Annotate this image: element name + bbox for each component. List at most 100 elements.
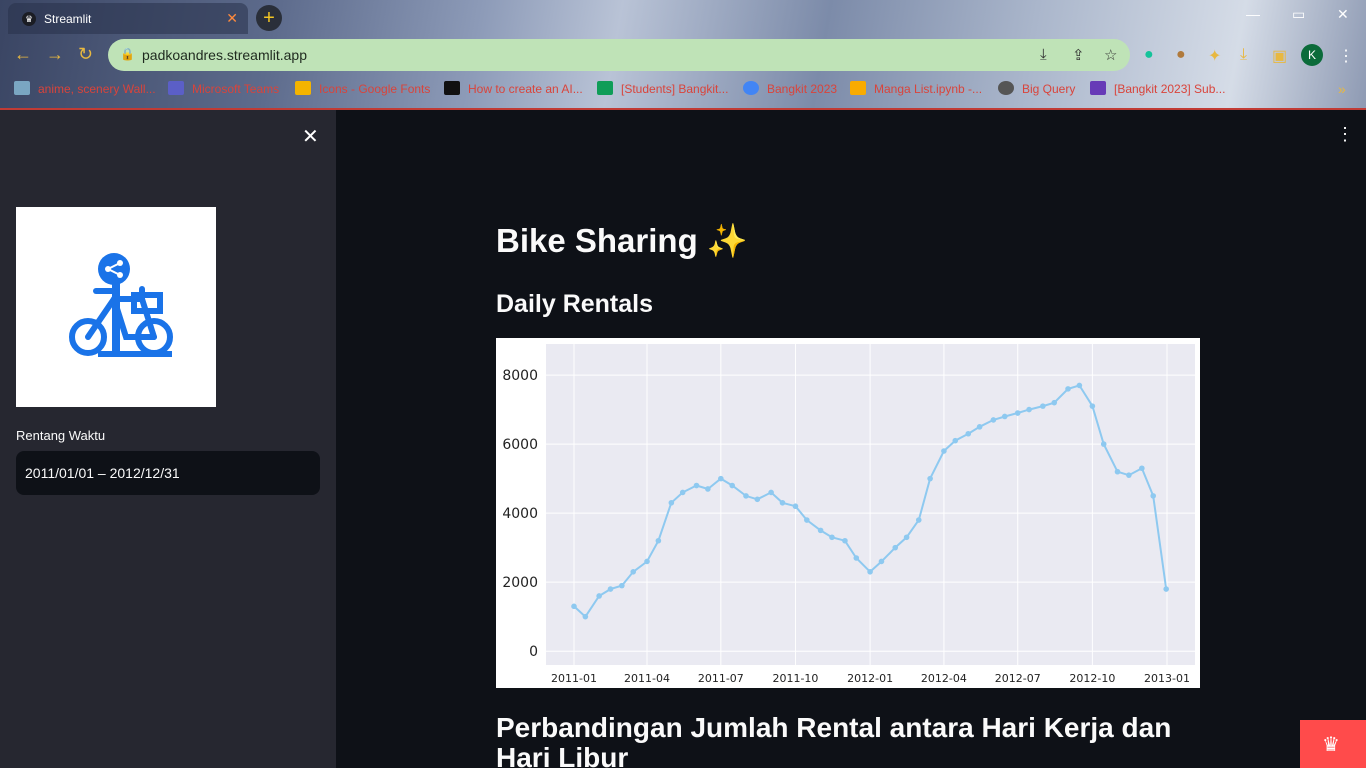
bookmark-item[interactable]: Microsoft Teams bbox=[168, 81, 279, 96]
y-tick-label: 0 bbox=[529, 644, 538, 660]
daily-rentals-header: Daily Rentals bbox=[496, 290, 654, 318]
data-point bbox=[779, 499, 786, 506]
data-point bbox=[1114, 468, 1121, 475]
new-tab-button[interactable]: + bbox=[256, 5, 282, 31]
y-tick-label: 8000 bbox=[502, 368, 538, 384]
data-point bbox=[1126, 472, 1132, 478]
data-point bbox=[768, 489, 774, 496]
more-bookmarks-icon[interactable]: » bbox=[1338, 81, 1346, 97]
data-point bbox=[867, 569, 873, 575]
window-close-icon[interactable]: ✕ bbox=[1337, 6, 1349, 23]
sidebar-close-icon[interactable]: ✕ bbox=[302, 124, 319, 149]
forward-icon[interactable]: → bbox=[46, 44, 64, 65]
bookmark-item[interactable]: Bangkit 2023 bbox=[743, 81, 837, 96]
comparison-header: Perbandingan Jumlah Rental antara Hari K… bbox=[496, 712, 1172, 768]
date-range-value[interactable]: 2011/01/01 – 2012/12/31 bbox=[25, 465, 180, 481]
share-icon[interactable]: ⇪ bbox=[1072, 46, 1085, 64]
minimize-icon[interactable]: — bbox=[1246, 6, 1260, 22]
data-point bbox=[1040, 403, 1046, 409]
maximize-icon[interactable]: ▭ bbox=[1292, 6, 1305, 23]
data-point bbox=[853, 555, 860, 561]
data-point bbox=[878, 558, 885, 565]
google-icon bbox=[743, 81, 759, 95]
cookie-extension-icon[interactable]: ● bbox=[1176, 46, 1186, 64]
browser-chrome: ♛ Streamlit ✕ + — ▭ ✕ ← → ↻ 🔒 padkoandre… bbox=[0, 0, 1366, 110]
bookmark-item[interactable]: [Bangkit 2023] Sub... bbox=[1090, 81, 1225, 96]
tab-strip: ♛ Streamlit ✕ + — ▭ ✕ bbox=[0, 0, 1366, 34]
y-tick-label: 4000 bbox=[502, 506, 538, 522]
x-tick-label: 2012-01 bbox=[847, 672, 893, 685]
daily-rentals-svg: 0 2000 4000 6000 8000 2011-01 2011-04 2011-07 20… bbox=[502, 344, 1195, 685]
lock-icon: 🔒 bbox=[120, 47, 135, 61]
date-range-label: Rentang Waktu bbox=[16, 428, 106, 443]
address-bar[interactable]: 🔒 padkoandres.streamlit.app ⤓ ⇪ ☆ bbox=[108, 39, 1130, 71]
bookmarks-bar: anime, scenery Wall... Microsoft Teams I… bbox=[0, 76, 1366, 102]
date-range-input[interactable]: 2011/01/01 – 2012/12/31 bbox=[16, 451, 320, 495]
data-point bbox=[619, 582, 625, 589]
x-tick-label: 2011-04 bbox=[624, 672, 670, 685]
data-point bbox=[655, 537, 662, 544]
downloads-icon[interactable]: ⤓ bbox=[1240, 46, 1247, 64]
daily-rentals-chart: 0 2000 4000 6000 8000 2011-01 2011-04 2011-07 20… bbox=[496, 338, 1200, 688]
y-tick-label: 2000 bbox=[502, 575, 538, 591]
extensions-puzzle-icon[interactable]: ✦ bbox=[1208, 46, 1221, 66]
bookmark-item[interactable]: Big Query bbox=[998, 81, 1075, 96]
sheets-icon bbox=[597, 81, 613, 95]
data-point bbox=[792, 503, 799, 510]
bookmark-star-icon[interactable]: ☆ bbox=[1104, 46, 1117, 64]
bookmark-item[interactable]: [Students] Bangkit... bbox=[597, 81, 728, 96]
profile-avatar[interactable]: K bbox=[1301, 44, 1323, 66]
bookmark-item[interactable]: Manga List.ipynb -... bbox=[850, 81, 982, 96]
image-icon bbox=[14, 81, 30, 95]
data-point bbox=[729, 482, 735, 489]
x-tick-label: 2012-04 bbox=[921, 672, 967, 685]
data-point bbox=[804, 517, 810, 523]
data-point bbox=[705, 486, 711, 492]
data-point bbox=[754, 496, 761, 503]
data-point bbox=[817, 527, 824, 534]
bookmark-item[interactable]: How to create an AI... bbox=[444, 81, 583, 96]
reload-icon[interactable]: ↻ bbox=[78, 44, 93, 65]
bookmark-item[interactable]: anime, scenery Wall... bbox=[14, 81, 156, 96]
install-app-icon[interactable]: ⤓ bbox=[1040, 46, 1047, 63]
data-point bbox=[1051, 399, 1058, 406]
x-tick-label: 2011-01 bbox=[551, 672, 597, 685]
data-point bbox=[1139, 465, 1145, 472]
colab-icon bbox=[850, 81, 866, 95]
data-point bbox=[952, 437, 959, 444]
data-point bbox=[1014, 410, 1021, 416]
streamlit-favicon-icon: ♛ bbox=[22, 12, 36, 26]
data-point bbox=[630, 569, 637, 575]
teams-icon bbox=[168, 81, 184, 95]
back-icon[interactable]: ← bbox=[14, 44, 32, 65]
x-tick-label: 2012-10 bbox=[1069, 672, 1115, 685]
app-menu-icon[interactable]: ⋮ bbox=[1336, 124, 1354, 145]
tab-close-icon[interactable]: ✕ bbox=[226, 10, 238, 27]
crown-icon: ♛ bbox=[1322, 734, 1340, 756]
bigquery-icon bbox=[998, 81, 1014, 95]
grammarly-icon[interactable]: ● bbox=[1144, 46, 1154, 64]
x-tick-label: 2011-10 bbox=[772, 672, 818, 685]
data-point bbox=[1150, 493, 1157, 499]
data-point bbox=[1001, 413, 1008, 420]
side-panel-icon[interactable]: ▣ bbox=[1272, 46, 1287, 66]
browser-menu-icon[interactable]: ⋮ bbox=[1338, 46, 1354, 66]
data-point bbox=[915, 517, 922, 523]
data-point bbox=[571, 603, 577, 610]
data-point bbox=[668, 499, 675, 506]
dev-icon bbox=[444, 81, 460, 95]
data-point bbox=[582, 613, 589, 620]
url-text[interactable]: padkoandres.streamlit.app bbox=[142, 47, 307, 63]
bookmark-item[interactable]: Icons - Google Fonts bbox=[295, 81, 430, 96]
browser-toolbar: ← → ↻ 🔒 padkoandres.streamlit.app ⤓ ⇪ ☆ … bbox=[0, 36, 1366, 74]
data-point bbox=[829, 534, 835, 541]
data-point bbox=[927, 475, 933, 482]
browser-tab[interactable]: ♛ Streamlit ✕ bbox=[8, 3, 248, 34]
streamlit-badge[interactable]: ♛ bbox=[1300, 720, 1366, 768]
data-point bbox=[1026, 406, 1032, 413]
data-point bbox=[1065, 386, 1071, 392]
x-tick-label: 2011-07 bbox=[698, 672, 744, 685]
x-tick-label: 2012-07 bbox=[995, 672, 1041, 685]
data-point bbox=[743, 493, 749, 499]
google-fonts-icon bbox=[295, 81, 311, 95]
